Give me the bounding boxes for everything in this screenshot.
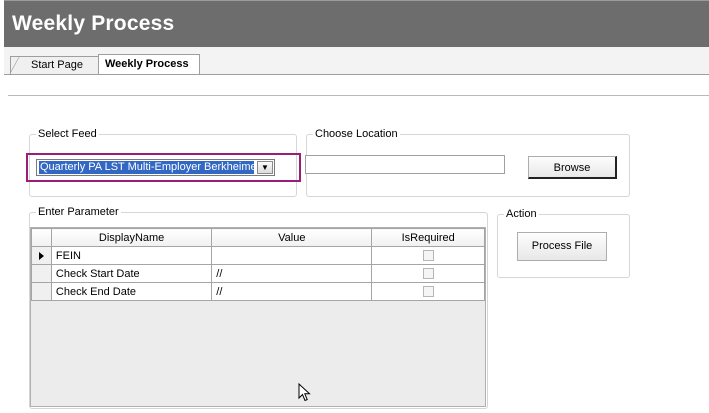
row-header[interactable] <box>31 264 52 283</box>
is-required-checkbox[interactable] <box>422 250 434 262</box>
feed-highlight-box: Quarterly PA LST Multi-Employer Berkheim… <box>26 153 301 182</box>
divider <box>8 95 709 96</box>
browse-button[interactable]: Browse <box>528 156 617 179</box>
parameter-table: DisplayName Value IsRequired FEIN Check … <box>31 228 485 301</box>
table-row[interactable]: Check Start Date // <box>31 264 485 283</box>
display-name-cell[interactable]: Check End Date <box>50 282 213 301</box>
location-path-input[interactable] <box>305 155 505 174</box>
is-required-cell[interactable] <box>371 246 485 265</box>
tab-weekly-process-label: Weekly Process <box>105 58 189 70</box>
mouse-cursor-icon <box>298 383 311 402</box>
tab-baseline <box>4 74 709 75</box>
is-required-checkbox[interactable] <box>422 268 434 280</box>
feed-select[interactable]: Quarterly PA LST Multi-Employer Berkheim… <box>36 159 275 176</box>
choose-location-legend: Choose Location <box>313 128 400 140</box>
is-required-checkbox[interactable] <box>422 286 434 298</box>
column-header-value[interactable]: Value <box>211 228 373 247</box>
value-cell[interactable]: // <box>211 264 373 283</box>
action-legend: Action <box>504 208 539 220</box>
feed-selected-value: Quarterly PA LST Multi-Employer Berkheim… <box>38 160 255 175</box>
grid-header-row: DisplayName Value IsRequired <box>31 228 485 247</box>
value-cell[interactable]: // <box>211 282 373 301</box>
row-header[interactable] <box>31 246 52 265</box>
tab-strip: Start Page Weekly Process <box>4 47 709 75</box>
tab-start-page-label: Start Page <box>31 59 83 71</box>
is-required-cell[interactable] <box>371 282 485 301</box>
table-row[interactable]: FEIN <box>31 246 485 265</box>
row-header[interactable] <box>31 282 52 301</box>
enter-parameter-legend: Enter Parameter <box>36 206 121 218</box>
table-row[interactable]: Check End Date // <box>31 282 485 301</box>
chevron-down-icon[interactable]: ▼ <box>257 161 273 174</box>
row-header-corner <box>31 228 52 247</box>
tab-slant <box>10 56 20 74</box>
column-header-isrequired[interactable]: IsRequired <box>371 228 485 247</box>
select-feed-legend: Select Feed <box>36 128 99 140</box>
tab-start-page[interactable]: Start Page <box>10 56 100 74</box>
page-title: Weekly Process <box>12 12 175 35</box>
parameter-grid[interactable]: DisplayName Value IsRequired FEIN Check … <box>30 227 486 407</box>
title-bar: Weekly Process <box>4 0 709 47</box>
display-name-cell[interactable]: Check Start Date <box>50 264 213 283</box>
value-cell[interactable] <box>211 246 373 265</box>
tab-weekly-process[interactable]: Weekly Process <box>98 54 200 75</box>
current-row-arrow-icon <box>38 251 44 260</box>
column-header-displayname[interactable]: DisplayName <box>50 228 213 247</box>
process-file-button[interactable]: Process File <box>517 232 607 261</box>
display-name-cell[interactable]: FEIN <box>50 246 213 265</box>
is-required-cell[interactable] <box>371 264 485 283</box>
